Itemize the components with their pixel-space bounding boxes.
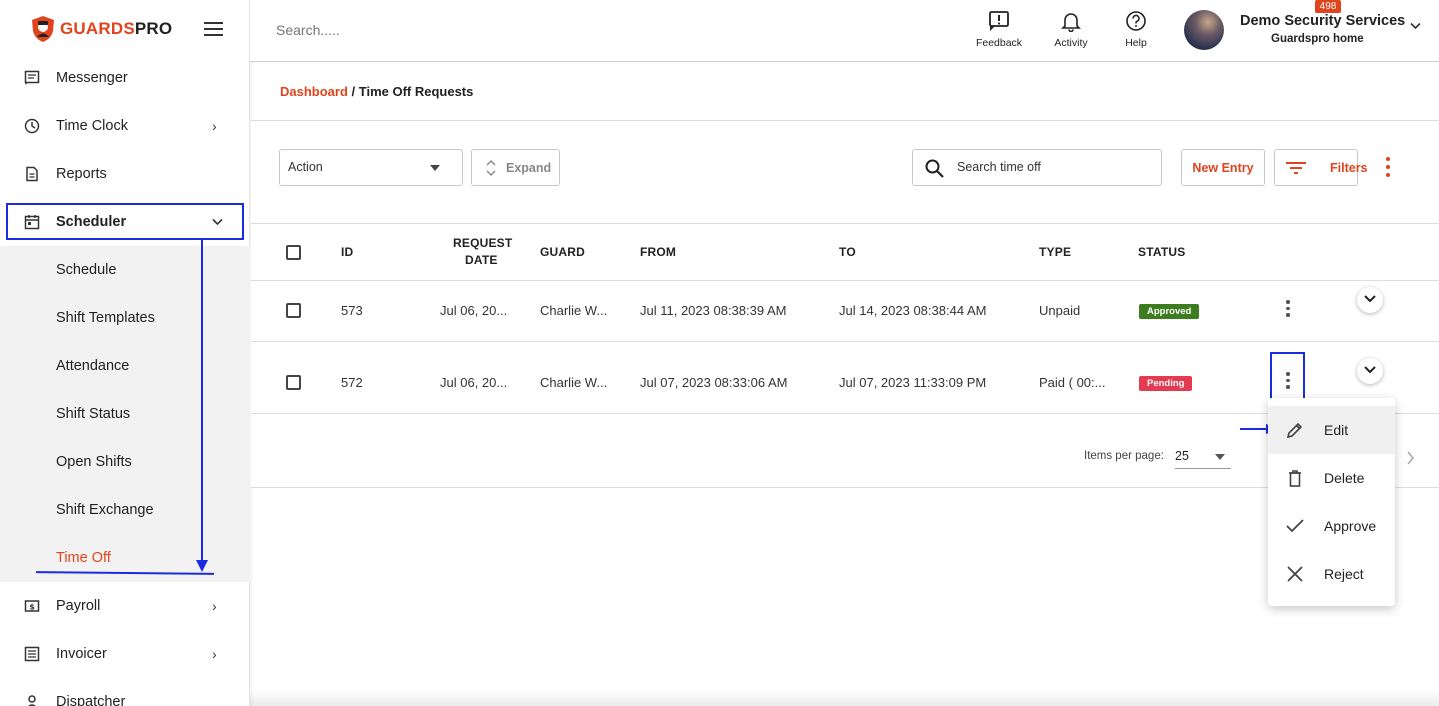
sidebar-item-schedule[interactable]: Schedule: [0, 246, 250, 294]
time-off-card: Action Expand New Entry Filters ID REQUE…: [251, 120, 1439, 488]
chevron-right-icon[interactable]: [1406, 451, 1415, 465]
activity-button[interactable]: Activity: [1041, 10, 1101, 49]
row-expand-button[interactable]: [1357, 358, 1383, 384]
col-request-date-2: DATE: [465, 253, 498, 267]
filters-button[interactable]: Filters: [1274, 149, 1368, 186]
search-time-off-input[interactable]: [957, 160, 1147, 174]
user-company: Guardspro home: [1271, 33, 1364, 45]
svg-text:$: $: [29, 603, 35, 612]
search-icon: [925, 159, 944, 178]
row-expand-button[interactable]: [1357, 287, 1383, 313]
chevron-down-icon: [1364, 295, 1376, 303]
dropdown-arrow-icon: [430, 165, 440, 171]
col-id: ID: [341, 245, 354, 259]
chevron-down-icon[interactable]: [1410, 22, 1421, 30]
sidebar-item-attendance[interactable]: Attendance: [0, 342, 250, 390]
sidebar-item-messenger[interactable]: Messenger: [0, 54, 250, 102]
sidebar: GUARDSPRO Messenger Time Clock › Reports…: [0, 0, 250, 706]
scheduler-submenu: Schedule Shift Templates Attendance Shif…: [0, 246, 250, 582]
logo[interactable]: GUARDSPRO: [0, 0, 249, 58]
feedback-button[interactable]: Feedback: [969, 10, 1029, 49]
list-icon: [24, 646, 40, 662]
top-bar: Feedback Activity 498 Help Demo Security…: [250, 0, 1439, 62]
select-all-checkbox[interactable]: [286, 245, 301, 260]
expand-button[interactable]: Expand: [471, 149, 560, 186]
shield-logo-icon: [32, 16, 54, 42]
arrow-head-annotation: [196, 560, 208, 572]
breadcrumb-home-link[interactable]: Dashboard: [280, 84, 348, 99]
status-badge: Pending: [1139, 376, 1193, 391]
sidebar-item-shift-templates[interactable]: Shift Templates: [0, 294, 250, 342]
brand-name: GUARDSPRO: [60, 19, 173, 38]
row-checkbox[interactable]: [286, 375, 301, 390]
check-icon: [1286, 519, 1304, 533]
status-badge: Approved: [1139, 304, 1200, 319]
row-context-menu: Edit Delete Approve Reject: [1268, 398, 1395, 606]
time-off-search[interactable]: [912, 149, 1162, 186]
dropdown-arrow-icon: [1215, 454, 1225, 460]
close-icon: [1287, 566, 1303, 582]
new-entry-button[interactable]: New Entry: [1181, 149, 1265, 186]
col-type: TYPE: [1039, 245, 1072, 259]
sidebar-item-invoicer[interactable]: Invoicer ›: [0, 630, 250, 678]
sidebar-item-open-shifts[interactable]: Open Shifts: [0, 438, 250, 486]
document-icon: [26, 166, 38, 182]
bottom-shadow: [250, 690, 1439, 706]
dollar-icon: $: [24, 600, 40, 612]
app-root: GUARDSPRO Messenger Time Clock › Reports…: [0, 0, 1439, 706]
sidebar-item-shift-exchange[interactable]: Shift Exchange: [0, 486, 250, 534]
filter-icon: [1286, 162, 1306, 174]
col-from: FROM: [640, 245, 677, 259]
down-arrow-annotation: [201, 240, 203, 565]
sidebar-item-dispatcher[interactable]: Dispatcher: [0, 678, 250, 706]
col-guard: GUARD: [540, 245, 585, 259]
scheduler-highlight-annotation: [6, 203, 244, 240]
chevron-down-icon: [1364, 366, 1376, 374]
trash-icon: [1289, 470, 1301, 487]
chevron-right-icon: ›: [212, 118, 217, 134]
table-row[interactable]: 573 Jul 06, 20... Charlie W... Jul 11, 2…: [251, 281, 1439, 342]
sidebar-item-payroll[interactable]: $ Payroll ›: [0, 582, 250, 630]
more-options-icon[interactable]: [1381, 157, 1395, 183]
items-per-page-label: Items per page:: [1084, 450, 1164, 462]
table-row[interactable]: 572 Jul 06, 20... Charlie W... Jul 07, 2…: [251, 342, 1439, 414]
items-per-page-select[interactable]: 25: [1175, 443, 1231, 469]
breadcrumb-current: Time Off Requests: [358, 84, 474, 99]
pencil-icon: [1286, 422, 1303, 439]
help-icon: [1126, 11, 1146, 31]
message-icon: [24, 70, 40, 85]
expand-icon: [486, 160, 496, 176]
sidebar-item-time-clock[interactable]: Time Clock ›: [0, 102, 250, 150]
help-button[interactable]: Help: [1106, 10, 1166, 49]
menu-item-edit[interactable]: Edit: [1268, 406, 1395, 454]
user-avatar[interactable]: [1184, 10, 1224, 50]
breadcrumb: Dashboard / Time Off Requests: [280, 84, 474, 99]
user-name: Demo Security Services: [1240, 13, 1406, 29]
person-icon: [28, 695, 36, 706]
chevron-right-icon: ›: [212, 646, 217, 662]
menu-item-reject[interactable]: Reject: [1268, 550, 1395, 598]
menu-item-delete[interactable]: Delete: [1268, 454, 1395, 502]
table-header: ID REQUEST DATE GUARD FROM TO TYPE STATU…: [251, 223, 1439, 281]
global-search-input[interactable]: [276, 22, 576, 38]
row-checkbox[interactable]: [286, 303, 301, 318]
chevron-right-icon: ›: [212, 598, 217, 614]
row-menu-highlight-annotation: [1270, 352, 1305, 401]
activity-count-badge: 498: [1315, 0, 1341, 13]
col-status: STATUS: [1138, 245, 1186, 259]
sidebar-item-reports[interactable]: Reports: [0, 150, 250, 198]
bell-icon: [1061, 13, 1081, 32]
col-request-date: REQUEST: [453, 236, 513, 250]
feedback-icon: [989, 11, 1009, 31]
row-menu-icon[interactable]: [1283, 300, 1293, 320]
sidebar-item-shift-status[interactable]: Shift Status: [0, 390, 250, 438]
action-select[interactable]: Action: [279, 149, 463, 186]
clock-icon: [24, 118, 40, 134]
menu-item-approve[interactable]: Approve: [1268, 502, 1395, 550]
col-to: TO: [839, 245, 856, 259]
menu-toggle-icon[interactable]: [204, 22, 223, 37]
